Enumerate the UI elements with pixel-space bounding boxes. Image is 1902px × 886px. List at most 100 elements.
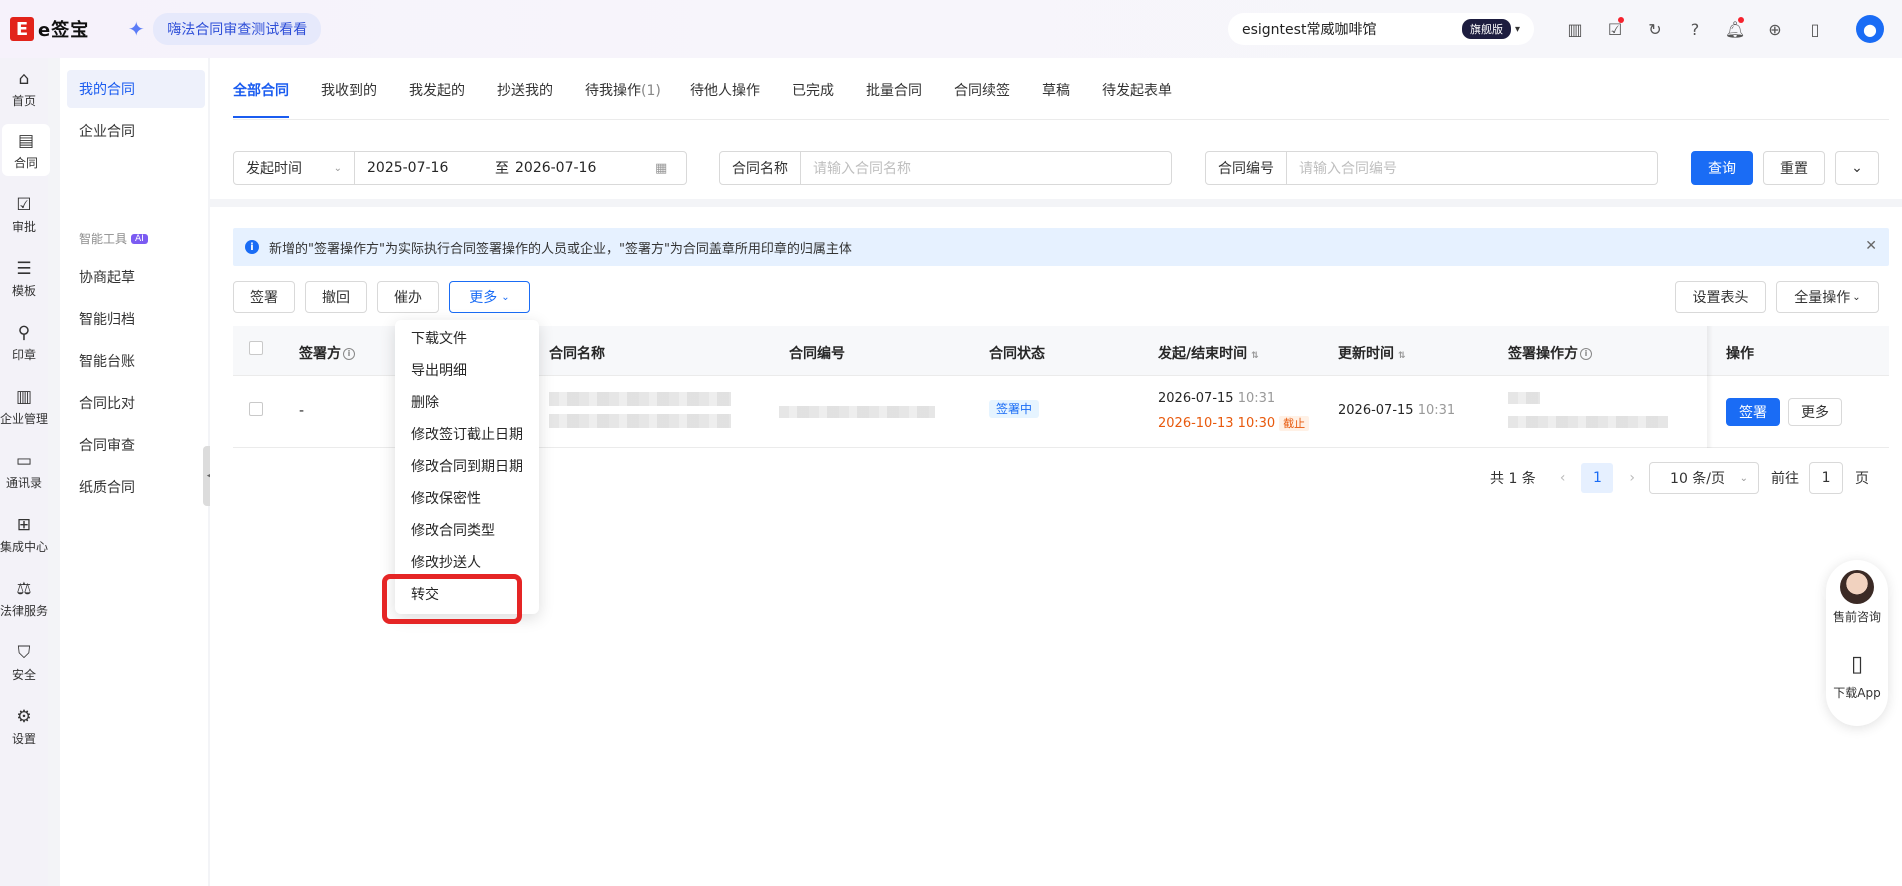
building-icon[interactable]: ▥ [1555, 17, 1595, 41]
subnav-item-my-contracts[interactable]: 我的合同 [67, 70, 205, 108]
sort-icon[interactable]: ⇅ [1251, 351, 1259, 361]
rail-item-label: 模板 [11, 283, 36, 298]
menu-item-edit-expiry[interactable]: 修改合同到期日期 [411, 456, 523, 476]
rail-item-security[interactable]: ⛉ 安全 [0, 636, 48, 688]
header-operator-label: 签署操作方 [1508, 346, 1578, 362]
menu-item-edit-cc[interactable]: 修改抄送人 [411, 552, 481, 572]
sort-icon[interactable]: ⇅ [1398, 351, 1406, 361]
info-icon[interactable]: i [1580, 348, 1592, 360]
tab-forms[interactable]: 待发起表单 [1102, 80, 1172, 100]
query-button[interactable]: 查询 [1691, 151, 1753, 185]
date-end-input[interactable]: 2026-07-16 [515, 160, 655, 176]
help-icon[interactable]: ? [1675, 17, 1715, 41]
menu-item-delete[interactable]: 删除 [411, 392, 439, 412]
integration-icon: ⊞ [16, 514, 32, 535]
row-sign-button[interactable]: 签署 [1726, 398, 1780, 426]
app-logo[interactable]: E e签宝 [10, 16, 89, 42]
promo-text[interactable]: 嗨法合同审查测试看看 [153, 13, 322, 45]
subnav-item-ledger[interactable]: 智能台账 [67, 342, 205, 380]
unread-dot [1738, 17, 1744, 23]
date-type-select[interactable]: 发起时间 ⌄ [234, 152, 355, 184]
document-icon[interactable]: ▯ [1795, 17, 1835, 41]
tab-todo[interactable]: 待我操作(1) [585, 80, 661, 100]
security-icon: ⛉ [17, 642, 31, 663]
close-icon[interactable]: ✕ [1865, 238, 1877, 254]
row-checkbox[interactable] [249, 402, 263, 416]
row-more-button[interactable]: 更多 [1788, 398, 1842, 426]
tab-sent[interactable]: 我发起的 [409, 80, 465, 100]
tab-drafts[interactable]: 草稿 [1042, 80, 1070, 100]
account-switcher[interactable]: esigntest常威咖啡馆 旗舰版 ▾ [1228, 13, 1534, 45]
rail-item-integration[interactable]: ⊞ 集成中心 [0, 508, 48, 560]
contract-no-input[interactable]: 请输入合同编号 [1287, 158, 1397, 178]
rail-item-approval[interactable]: ☑ 审批 [0, 188, 48, 240]
goto-page-input[interactable]: 1 [1809, 462, 1844, 494]
tab-renew[interactable]: 合同续签 [954, 80, 1010, 100]
promo-banner[interactable]: ✦ 嗨法合同审查测试看看 [123, 13, 322, 45]
user-avatar[interactable]: ● [1856, 15, 1884, 43]
subnav-item-enterprise-contracts[interactable]: 企业合同 [67, 112, 205, 150]
refresh-icon[interactable]: ↻ [1635, 17, 1675, 41]
prev-page-icon[interactable]: ‹ [1560, 470, 1566, 486]
task-check-icon[interactable]: ☑ [1595, 17, 1635, 41]
sign-button[interactable]: 签署 [233, 281, 295, 313]
bulk-ops-button[interactable]: 全量操作 ⌄ [1776, 281, 1879, 313]
subnav-item-paper[interactable]: 纸质合同 [67, 468, 205, 506]
tab-done[interactable]: 已完成 [792, 80, 834, 100]
header-updated[interactable]: 更新时间 ⇅ [1338, 343, 1406, 363]
menu-item-edit-type[interactable]: 修改合同类型 [411, 520, 495, 540]
rail-item-enterprise[interactable]: ▥ 企业管理 [0, 380, 48, 432]
tab-others[interactable]: 待他人操作 [690, 80, 760, 100]
subnav-item-draft[interactable]: 协商起草 [67, 258, 205, 296]
tab-all[interactable]: 全部合同 [233, 80, 289, 100]
revoke-button[interactable]: 撤回 [305, 281, 367, 313]
rail-item-legal[interactable]: ⚖ 法律服务 [0, 572, 48, 624]
menu-item-edit-sign-deadline[interactable]: 修改签订截止日期 [411, 424, 523, 444]
menu-item-download[interactable]: 下载文件 [411, 328, 467, 348]
expand-filters-button[interactable]: ⌄ [1835, 151, 1879, 185]
rail-item-contacts[interactable]: ▭ 通讯录 [0, 444, 48, 496]
tab-batch[interactable]: 批量合同 [866, 80, 922, 100]
tab-received[interactable]: 我收到的 [321, 80, 377, 100]
page-1[interactable]: 1 [1581, 463, 1614, 493]
smart-tools-group: 智能工具 AI [79, 230, 148, 247]
calendar-icon[interactable]: ▦ [655, 161, 667, 176]
download-app[interactable]: ▯ 下载App [1826, 650, 1888, 701]
header-start-end[interactable]: 发起/结束时间 ⇅ [1158, 343, 1259, 363]
subnav-item-archive[interactable]: 智能归档 [67, 300, 205, 338]
page-size-select[interactable]: 10 条/页 ⌄ [1649, 462, 1760, 494]
redacted-operator [1508, 416, 1668, 428]
info-icon[interactable]: i [343, 348, 355, 360]
presales-consult[interactable]: 售前咨询 [1826, 570, 1888, 625]
ai-badge: AI [131, 233, 148, 244]
date-start-input[interactable]: 2025-07-16 [355, 160, 495, 176]
rail-item-template[interactable]: ☰ 模板 [0, 252, 48, 304]
rail-item-settings[interactable]: ⚙ 设置 [0, 700, 48, 752]
rail-item-contract[interactable]: ▤ 合同 [2, 124, 50, 176]
info-notice: i 新增的"签署操作方"为实际执行合同签署操作的人员或企业，"签署方"为合同盖章… [233, 228, 1889, 266]
subnav-item-compare[interactable]: 合同比对 [67, 384, 205, 422]
next-page-icon[interactable]: › [1629, 470, 1635, 486]
more-button[interactable]: 更多 ⌄ [449, 281, 530, 313]
reset-button[interactable]: 重置 [1763, 151, 1825, 185]
phone-icon: ▯ [1850, 652, 1864, 677]
contract-name-input[interactable]: 请输入合同名称 [801, 158, 911, 178]
rail-item-seal[interactable]: ⚲ 印章 [0, 316, 48, 368]
menu-item-edit-confidentiality[interactable]: 修改保密性 [411, 488, 481, 508]
updated-time: 10:31 [1417, 403, 1456, 418]
bell-icon[interactable]: 🔔︎ [1715, 17, 1755, 41]
notice-text: 新增的"签署操作方"为实际执行合同签署操作的人员或企业，"签署方"为合同盖章所用… [269, 241, 852, 257]
page-size-value: 10 条/页 [1670, 471, 1726, 487]
row-start-time: 2026-07-15 10:31 [1158, 391, 1275, 406]
urge-button[interactable]: 催办 [377, 281, 439, 313]
set-header-button[interactable]: 设置表头 [1675, 281, 1766, 313]
select-all-checkbox[interactable] [249, 341, 263, 355]
globe-icon[interactable]: ⊕ [1755, 17, 1795, 41]
status-badge: 签署中 [989, 400, 1040, 418]
menu-item-export[interactable]: 导出明细 [411, 360, 467, 380]
rail-item-label: 印章 [11, 347, 36, 362]
tab-cc[interactable]: 抄送我的 [497, 80, 553, 100]
subnav-item-review[interactable]: 合同审查 [67, 426, 205, 464]
header-contract-name: 合同名称 [549, 346, 605, 362]
rail-item-home[interactable]: ⌂ 首页 [0, 62, 48, 114]
